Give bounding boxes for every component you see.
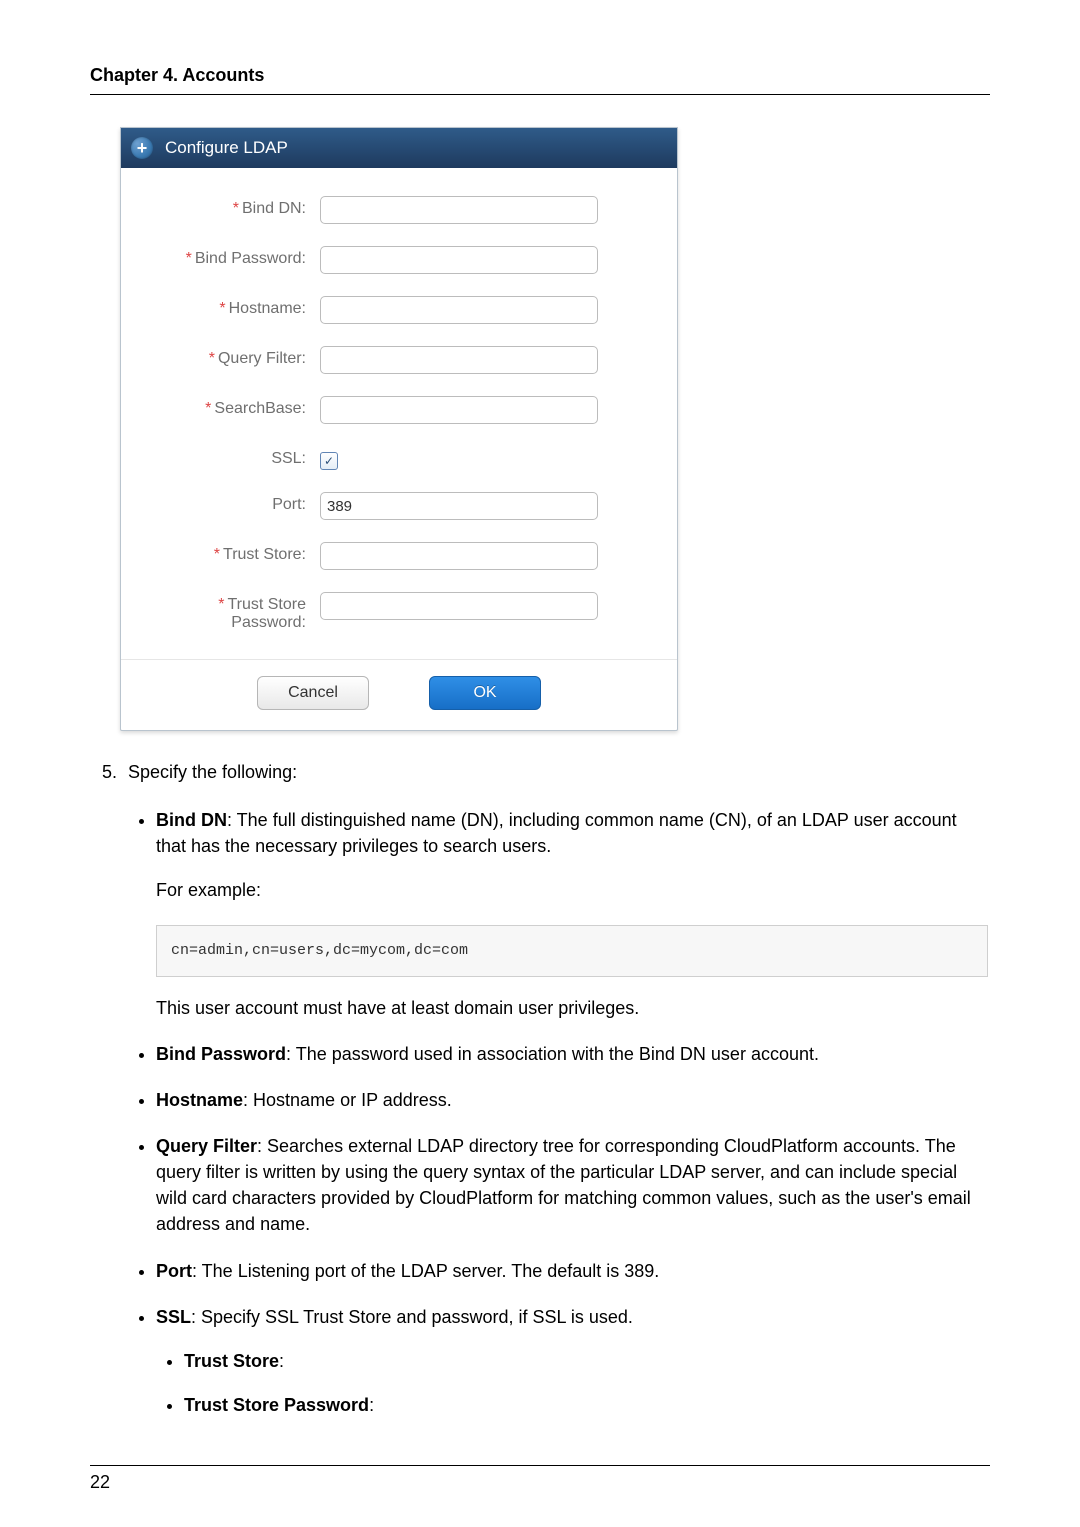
ssl-subitems: Trust Store: Trust Store Password: <box>156 1348 990 1418</box>
term-hostname: Hostname <box>156 1090 243 1110</box>
field-trust-store: *Trust Store: <box>151 542 647 570</box>
term-bind-password: Bind Password <box>156 1044 286 1064</box>
example-label: For example: <box>156 877 990 903</box>
desc-trust-store-password: : <box>369 1395 374 1415</box>
label-hostname: Hostname: <box>229 300 306 317</box>
item-bind-password: Bind Password: The password used in asso… <box>156 1041 990 1067</box>
input-trust-store[interactable] <box>320 542 598 570</box>
label-trust-store: Trust Store: <box>223 546 306 563</box>
footer-divider <box>90 1465 990 1466</box>
field-trust-store-password: *Trust Store Password: <box>151 592 647 633</box>
term-query-filter: Query Filter <box>156 1136 257 1156</box>
input-query-filter[interactable] <box>320 346 598 374</box>
field-bind-password: *Bind Password: <box>151 246 647 274</box>
page-footer: 22 <box>90 1465 990 1493</box>
cancel-button[interactable]: Cancel <box>257 676 369 710</box>
label-port: Port: <box>272 496 306 513</box>
dialog-title: Configure LDAP <box>165 138 288 158</box>
page-number: 22 <box>90 1472 990 1493</box>
item-hostname: Hostname: Hostname or IP address. <box>156 1087 990 1113</box>
input-bind-password[interactable] <box>320 246 598 274</box>
input-search-base[interactable] <box>320 396 598 424</box>
step-list: Specify the following: Bind DN: The full… <box>90 759 990 1418</box>
label-search-base: SearchBase: <box>214 400 306 417</box>
input-hostname[interactable] <box>320 296 598 324</box>
subitem-trust-store: Trust Store: <box>184 1348 990 1374</box>
step-5: Specify the following: Bind DN: The full… <box>122 759 990 1418</box>
chapter-title: Chapter 4. Accounts <box>90 65 990 86</box>
field-ssl: SSL: ✓ <box>151 446 647 470</box>
term-bind-dn: Bind DN <box>156 810 227 830</box>
example-code: cn=admin,cn=users,dc=mycom,dc=com <box>156 925 988 977</box>
dialog-header: + Configure LDAP <box>121 128 677 168</box>
plus-icon: + <box>131 137 153 159</box>
dialog-footer: Cancel OK <box>121 659 677 730</box>
field-query-filter: *Query Filter: <box>151 346 647 374</box>
desc-bind-password: : The password used in association with … <box>286 1044 819 1064</box>
ok-button[interactable]: OK <box>429 676 541 710</box>
step-5-intro: Specify the following: <box>128 759 990 785</box>
step-5-items: Bind DN: The full distinguished name (DN… <box>128 807 990 1418</box>
subitem-trust-store-password: Trust Store Password: <box>184 1392 990 1418</box>
term-port: Port <box>156 1261 192 1281</box>
label-bind-password: Bind Password: <box>195 250 306 267</box>
dialog-body: *Bind DN: *Bind Password: *Hostname: *Qu… <box>121 168 677 659</box>
desc-hostname: : Hostname or IP address. <box>243 1090 452 1110</box>
input-trust-store-password[interactable] <box>320 592 598 620</box>
input-bind-dn[interactable] <box>320 196 598 224</box>
desc-ssl: : Specify SSL Trust Store and password, … <box>191 1307 633 1327</box>
field-hostname: *Hostname: <box>151 296 647 324</box>
input-port[interactable] <box>320 492 598 520</box>
bind-dn-note: This user account must have at least dom… <box>156 995 990 1021</box>
configure-ldap-dialog: + Configure LDAP *Bind DN: *Bind Passwor… <box>120 127 678 731</box>
field-port: Port: <box>151 492 647 520</box>
item-bind-dn: Bind DN: The full distinguished name (DN… <box>156 807 990 1021</box>
item-port: Port: The Listening port of the LDAP ser… <box>156 1258 990 1284</box>
term-ssl: SSL <box>156 1307 191 1327</box>
desc-bind-dn: : The full distinguished name (DN), incl… <box>156 810 957 856</box>
header-divider <box>90 94 990 95</box>
field-search-base: *SearchBase: <box>151 396 647 424</box>
checkbox-ssl[interactable]: ✓ <box>320 452 338 470</box>
label-trust-store-password: Trust Store Password: <box>227 596 306 631</box>
term-trust-store: Trust Store <box>184 1351 279 1371</box>
label-bind-dn: Bind DN: <box>242 200 306 217</box>
field-bind-dn: *Bind DN: <box>151 196 647 224</box>
item-ssl: SSL: Specify SSL Trust Store and passwor… <box>156 1304 990 1418</box>
item-query-filter: Query Filter: Searches external LDAP dir… <box>156 1133 990 1237</box>
desc-port: : The Listening port of the LDAP server.… <box>192 1261 659 1281</box>
label-ssl: SSL: <box>271 450 306 467</box>
term-trust-store-password: Trust Store Password <box>184 1395 369 1415</box>
desc-trust-store: : <box>279 1351 284 1371</box>
label-query-filter: Query Filter: <box>218 350 306 367</box>
desc-query-filter: : Searches external LDAP directory tree … <box>156 1136 971 1234</box>
